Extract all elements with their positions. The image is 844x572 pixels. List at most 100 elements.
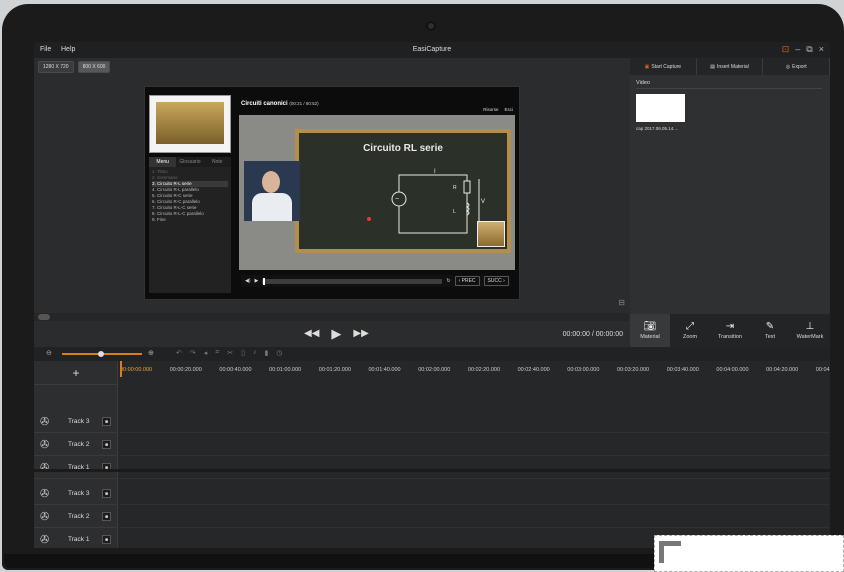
presentation-progress[interactable] — [262, 277, 443, 285]
delete-icon[interactable]: ▯ — [241, 349, 245, 357]
material-tool[interactable]: 📷︎ Material — [630, 314, 670, 347]
restore-icon[interactable]: ⧉ — [806, 44, 812, 55]
track-lane[interactable] — [120, 457, 830, 479]
track-header[interactable]: ✇ Track 3 ■ — [34, 483, 118, 505]
timeline-zoom-slider[interactable] — [62, 351, 142, 357]
film-reel-icon: ✇ — [40, 534, 50, 546]
lock-icon[interactable]: ■ — [102, 512, 111, 521]
track-label: Track 3 — [68, 418, 90, 425]
ruler-tick-label: 00:00:00.000 — [120, 367, 153, 373]
bars-icon[interactable]: ▮ — [264, 349, 268, 357]
ruler-tick-label: 00:03:40.000 — [666, 367, 699, 373]
presentation-preview: Menu Glossario Note 1. Titolo 2. Sommari… — [144, 86, 520, 300]
track-header[interactable]: ✇ Track 2 ■ — [34, 434, 118, 456]
ruler-tick-label: 00:00:40.000 — [219, 367, 252, 373]
transition-icon: ⇥ — [725, 321, 735, 332]
svg-text:L: L — [453, 209, 456, 215]
split-icon[interactable]: ◂ — [204, 349, 208, 357]
speed-icon[interactable]: ◷ — [276, 349, 282, 357]
fast-forward-icon[interactable]: ▶▶ — [353, 328, 368, 342]
track-lane[interactable] — [120, 506, 830, 528]
play-icon[interactable]: ▶ — [255, 278, 259, 284]
ruler-tick-label: 00:03:20.000 — [617, 367, 650, 373]
text-tool[interactable]: ✎ Text — [750, 314, 790, 347]
ruler-tick-label: 00:00:20.000 — [169, 367, 202, 373]
presenter-video — [244, 161, 300, 221]
circuit-diagram: ~ I R L V — [391, 169, 485, 234]
svg-text:V: V — [481, 199, 485, 205]
lock-icon[interactable]: ■ — [102, 417, 111, 426]
audio-icon[interactable]: ♪ — [253, 349, 257, 357]
prev-button[interactable]: ‹ PREC — [454, 276, 480, 286]
ruler-tick-label: 00:04:00.000 — [716, 367, 749, 373]
ruler-tick-label: 00:03:00.000 — [567, 367, 600, 373]
lock-icon[interactable]: ■ — [102, 489, 111, 498]
next-button[interactable]: SUCC › — [483, 276, 509, 286]
zoom-out-icon[interactable]: ⊖ — [46, 349, 52, 357]
play-icon[interactable]: ▶ — [331, 326, 341, 342]
track-label: Track 1 — [68, 536, 90, 543]
add-track-button[interactable]: + — [34, 361, 118, 385]
volume-icon[interactable]: ◀) — [245, 278, 251, 284]
tab-note[interactable]: Note — [204, 157, 231, 167]
app-window: File Help EasiCapture ⊡ – ⧉ × 1280 X 720… — [34, 42, 830, 548]
video-thumbnail[interactable] — [636, 94, 685, 122]
right-panel: ▣ Start Capture ▤ Insert Material ◎ Export … — [630, 58, 830, 347]
fullscreen-icon[interactable]: ⊟ — [618, 298, 625, 307]
ruler-tick-label: 00:04: — [815, 367, 830, 373]
tab-menu[interactable]: Menu — [149, 157, 177, 167]
playback-bar: ◀◀ ▶ ▶▶ 00:00:00 / 00:00:00 — [34, 321, 629, 347]
film-reel-icon: ✇ — [40, 488, 50, 500]
redo-icon[interactable]: ↷ — [190, 349, 196, 357]
playhead[interactable] — [120, 361, 122, 377]
close-icon[interactable]: × — [819, 44, 824, 55]
preview-scrubber[interactable] — [34, 313, 629, 321]
track-lane[interactable] — [120, 483, 830, 505]
film-reel-icon: ✇ — [40, 511, 50, 523]
pencil-icon: ✎ — [765, 321, 775, 332]
track-lane[interactable] — [120, 411, 830, 433]
film-reel-icon: ✇ — [40, 416, 50, 428]
slide: Circuito RL serie ~ I R L V — [239, 115, 515, 270]
resolution-1280-button[interactable]: 1280 X 720 — [38, 61, 74, 73]
stamp-icon: ⊥ — [805, 321, 815, 332]
start-capture-button[interactable]: ▣ Start Capture — [630, 58, 697, 75]
track-header[interactable]: ✇ Track 1 ■ — [34, 529, 118, 548]
zoom-tool[interactable]: ⤢ Zoom — [670, 314, 710, 347]
lock-icon[interactable]: ■ — [102, 535, 111, 544]
track-label: Track 3 — [68, 490, 90, 497]
zoom-in-icon[interactable]: ⊕ — [148, 349, 154, 357]
lock-icon[interactable]: ■ — [102, 440, 111, 449]
camera-icon: 📷︎ — [643, 321, 657, 332]
image-icon: ▤ — [710, 63, 716, 70]
replay-icon[interactable]: ↻ — [446, 278, 450, 284]
track-label: Track 2 — [68, 513, 90, 520]
laptop-frame: File Help EasiCapture ⊡ – ⧉ × 1280 X 720… — [2, 4, 844, 570]
mini-slide-thumbnail — [477, 221, 505, 247]
video-file-name: cap 2017.06.05.14.... — [636, 126, 679, 131]
cut-icon[interactable]: ✂ — [227, 349, 233, 357]
timeline-ruler[interactable]: 00:00:00.000 00:00:20.000 00:00:40.000 00:0… — [120, 365, 830, 379]
minimize-icon[interactable]: – — [795, 44, 800, 55]
watermark-tool[interactable]: ⊥ WaterMark — [790, 314, 830, 347]
insert-material-button[interactable]: ▤ Insert Material — [697, 58, 764, 75]
track-header[interactable]: ✇ Track 3 ■ — [34, 411, 118, 433]
track-header[interactable]: ✇ Track 2 ■ — [34, 506, 118, 528]
link-risorse[interactable]: Risorse — [483, 107, 498, 112]
crop-icon[interactable]: ⌗ — [215, 349, 219, 357]
tab-glossario[interactable]: Glossario — [176, 157, 203, 167]
toc-item[interactable]: 9. Fine — [152, 217, 228, 223]
track-lane[interactable] — [120, 434, 830, 456]
svg-text:~: ~ — [395, 196, 399, 203]
track-header[interactable]: ✇ Track 1 ■ — [34, 457, 118, 479]
export-button[interactable]: ◎ Export — [763, 58, 830, 75]
paper-corner — [654, 535, 844, 572]
timecode: 00:00:00 / 00:00:00 — [562, 331, 623, 338]
app-logo-icon: ⊡ — [781, 44, 790, 54]
link-esci[interactable]: Esci — [504, 107, 513, 112]
resolution-800-button[interactable]: 800 X 600 — [77, 61, 111, 73]
undo-icon[interactable]: ↶ — [176, 349, 182, 357]
rewind-icon[interactable]: ◀◀ — [304, 328, 319, 342]
ruler-tick-label: 00:01:40.000 — [368, 367, 401, 373]
transition-tool[interactable]: ⇥ Transition — [710, 314, 750, 347]
